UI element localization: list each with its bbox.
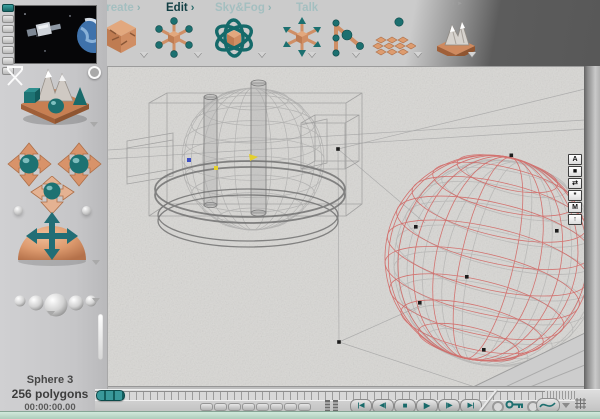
control-flyout-icon[interactable] — [92, 298, 100, 303]
control-flyout-icon[interactable] — [47, 311, 55, 316]
animation-button[interactable]: * — [568, 190, 582, 201]
status-strip — [0, 411, 600, 419]
multi-replicate-dropdown-icon[interactable] — [414, 52, 422, 57]
preset-button[interactable] — [2, 15, 14, 23]
reposition-tool-icon[interactable] — [280, 16, 324, 58]
rotate-tool-icon[interactable] — [210, 16, 258, 60]
terrain-dropdown-icon[interactable] — [468, 52, 476, 57]
object-control-palette: A ■ ⇄ * M ↑ — [568, 154, 582, 226]
scene-thumbnail-space[interactable] — [14, 5, 97, 64]
up-level-button[interactable]: ↑ — [568, 214, 582, 225]
align-tool-icon[interactable] — [326, 16, 370, 58]
memory-dot-button[interactable] — [298, 403, 311, 411]
memory-dot-button[interactable] — [200, 403, 213, 411]
left-sidebar: Sphere 3 256 polygons 00:00:00.00 — [0, 0, 107, 419]
selected-object-name: Sphere 3 — [0, 374, 100, 386]
polygon-count: 256 polygons — [0, 387, 100, 401]
menu-skyfog[interactable]: Sky&Fog› — [215, 2, 272, 14]
key-icon[interactable] — [505, 399, 525, 410]
menu-talk[interactable]: Talk — [296, 2, 318, 14]
palette-flyout-icon[interactable] — [90, 122, 98, 127]
sphere-icon — [48, 99, 64, 114]
resize-tool-icon[interactable] — [152, 16, 196, 58]
solo-button[interactable]: ■ — [568, 166, 582, 177]
memory-dot-button[interactable] — [256, 403, 269, 411]
menu-edit[interactable]: Edit› — [166, 2, 194, 14]
rotate-dropdown-icon[interactable] — [258, 52, 266, 57]
chevron-right-icon: › — [268, 2, 272, 14]
memory-dot-button[interactable] — [228, 403, 241, 411]
memory-dot-button[interactable] — [270, 403, 283, 411]
chevron-right-icon: › — [137, 2, 141, 14]
edit-mesh-dropdown-icon[interactable] — [140, 52, 148, 57]
grid-icon[interactable] — [574, 397, 587, 410]
bryce-app-window: Create› Edit› Sky&Fog› Talk ◄► — [0, 0, 600, 419]
memory-dot-button[interactable] — [284, 403, 297, 411]
header-collapse-arrows-icon[interactable]: ◄► — [449, 1, 465, 7]
canvas-edge-bevel — [584, 66, 600, 389]
3d-viewport[interactable] — [107, 66, 585, 390]
timeline-scrubber-handle[interactable] — [96, 390, 125, 401]
reposition-dome-control[interactable] — [14, 204, 90, 266]
preset-button[interactable] — [2, 4, 14, 12]
control-flyout-icon[interactable] — [92, 260, 100, 265]
wireframe-scene[interactable] — [108, 67, 585, 390]
preset-button[interactable] — [2, 36, 14, 44]
filmstrip-icon[interactable] — [324, 400, 340, 411]
preset-button[interactable] — [2, 25, 14, 33]
pyramid-icon — [73, 87, 87, 105]
chevron-right-icon: › — [191, 2, 195, 14]
multi-replicate-tool-icon[interactable] — [368, 16, 416, 60]
page-corner — [108, 333, 585, 390]
edit-palette-preview[interactable] — [11, 60, 98, 128]
preset-button[interactable] — [2, 46, 14, 54]
material-button[interactable]: M — [568, 202, 582, 213]
attributes-button[interactable]: A — [568, 154, 582, 165]
link-button[interactable]: ⇄ — [568, 178, 582, 189]
satellite-icon — [26, 20, 62, 39]
sidebar-slider[interactable] — [98, 314, 103, 360]
reposition-dropdown-icon[interactable] — [308, 52, 316, 57]
cube-icon — [24, 92, 35, 103]
terrain-editor-tool-icon[interactable] — [433, 16, 479, 56]
mountain-icon — [38, 70, 73, 101]
align-dropdown-icon[interactable] — [352, 52, 360, 57]
memory-dot-button[interactable] — [242, 403, 255, 411]
memory-dot-button[interactable] — [214, 403, 227, 411]
resize-dropdown-icon[interactable] — [194, 52, 202, 57]
options-dropdown-icon[interactable] — [562, 403, 570, 408]
